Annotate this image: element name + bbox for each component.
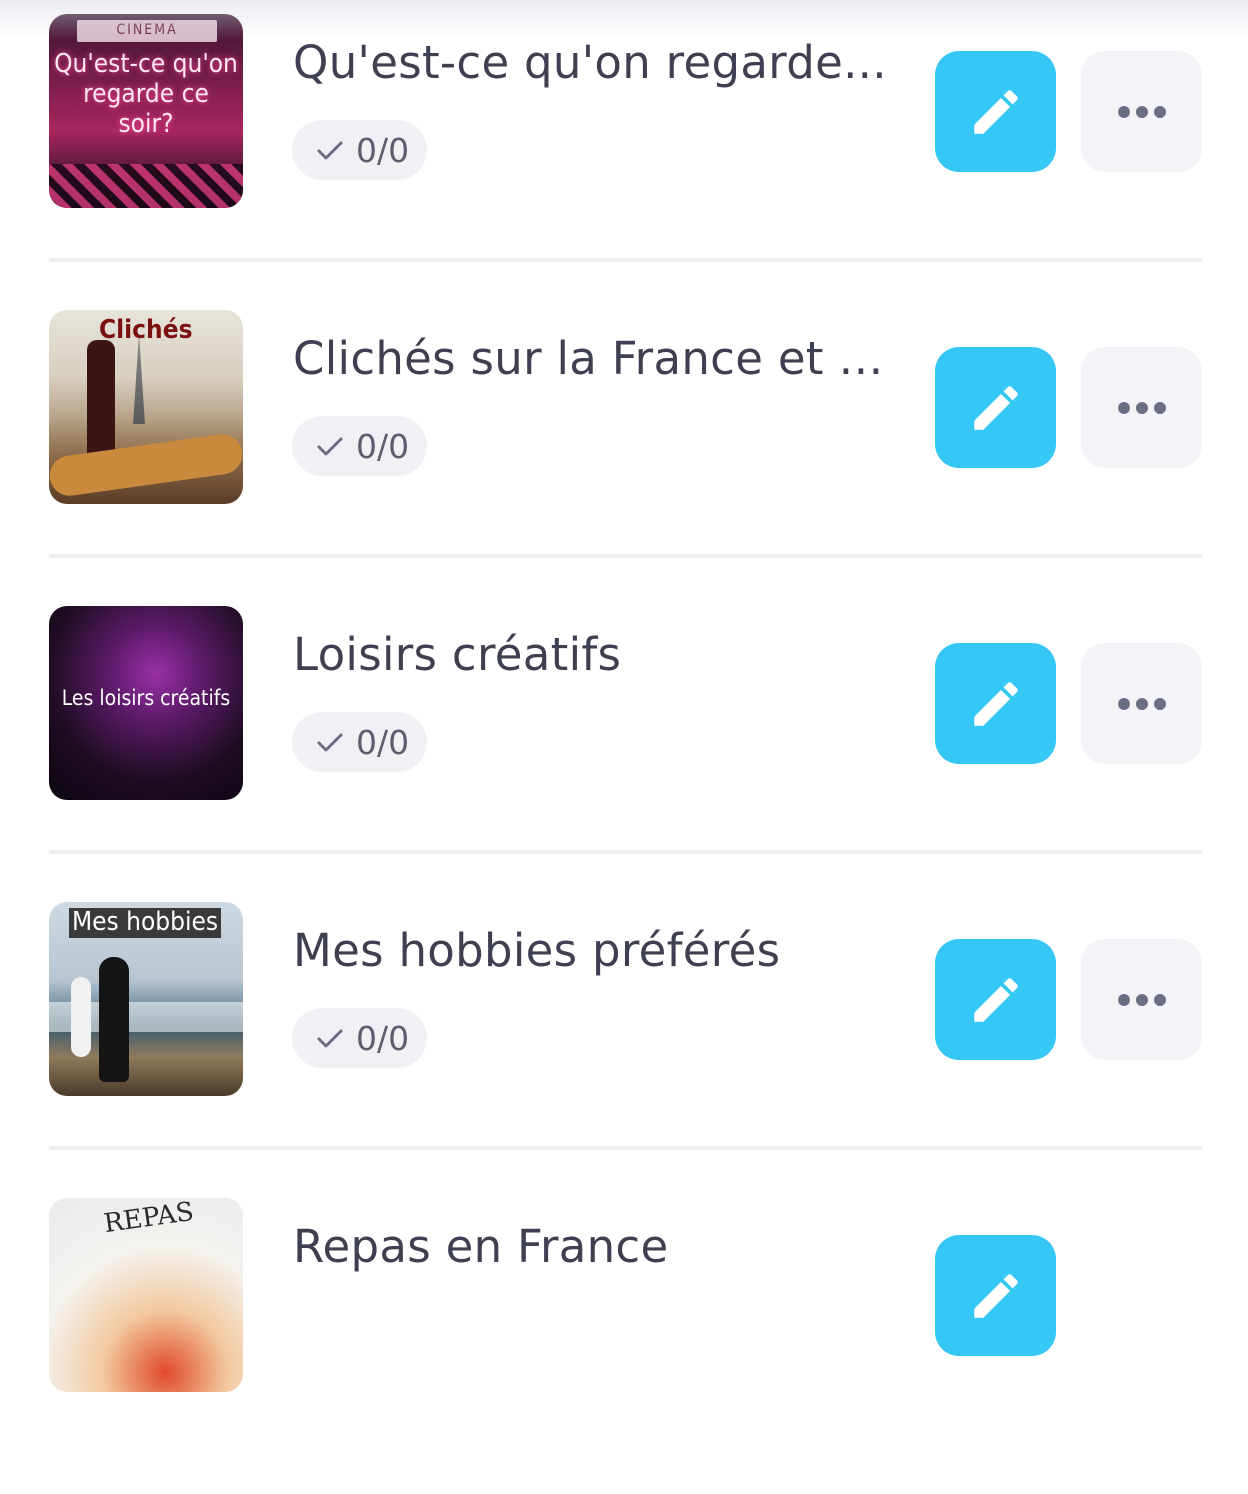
progress-count: 0/0 (356, 130, 410, 170)
item-thumbnail[interactable]: REPAS (49, 1198, 243, 1392)
list-item[interactable]: REPAS Repas en France (49, 1198, 1202, 1494)
list-item[interactable]: Mes hobbies Mes hobbies préférés 0/0 (49, 902, 1202, 1198)
item-thumbnail[interactable]: CINEMA Qu'est-ce qu'on regarde ce soir? (49, 14, 243, 208)
check-icon (317, 1029, 343, 1048)
more-dots-icon (1117, 993, 1166, 1006)
item-thumbnail[interactable]: Mes hobbies (49, 902, 243, 1096)
thumb-caption: Clichés (99, 315, 193, 345)
thumb-caption: Qu'est-ce qu'on regarde ce soir? (54, 49, 238, 139)
item-thumbnail[interactable]: Les loisirs créatifs (49, 606, 243, 800)
thumb-caption: Les loisirs créatifs (61, 686, 231, 710)
item-title[interactable]: Qu'est-ce qu'on regarde... (293, 36, 893, 89)
progress-count: 0/0 (356, 722, 410, 762)
divider (49, 1146, 1202, 1150)
check-icon (317, 733, 343, 752)
list-item[interactable]: Clichés Clichés sur la France et l... 0/… (49, 310, 1202, 606)
edit-button[interactable] (935, 51, 1056, 172)
thumb-sign: CINEMA (116, 22, 178, 38)
item-title[interactable]: Mes hobbies préférés (293, 924, 893, 977)
progress-badge: 0/0 (292, 416, 428, 476)
edit-button[interactable] (935, 939, 1056, 1060)
more-options-button[interactable] (1081, 939, 1202, 1060)
divider (49, 554, 1202, 558)
pencil-icon (973, 681, 1018, 726)
pencil-icon (973, 385, 1018, 430)
more-dots-icon (1117, 401, 1166, 414)
more-options-button[interactable] (1081, 347, 1202, 468)
item-title[interactable]: Repas en France (293, 1220, 893, 1273)
progress-badge: 0/0 (292, 120, 428, 180)
divider (49, 850, 1202, 854)
divider (49, 258, 1202, 262)
item-title[interactable]: Loisirs créatifs (293, 628, 893, 681)
check-icon (317, 437, 343, 456)
progress-badge: 0/0 (292, 1008, 428, 1068)
more-dots-icon (1117, 105, 1166, 118)
edit-button[interactable] (935, 347, 1056, 468)
edit-button[interactable] (935, 1235, 1056, 1356)
progress-badge: 0/0 (292, 712, 428, 772)
more-dots-icon (1117, 697, 1166, 710)
edit-button[interactable] (935, 643, 1056, 764)
pencil-icon (973, 1273, 1018, 1318)
progress-count: 0/0 (356, 1018, 410, 1058)
thumb-caption: Mes hobbies (69, 907, 221, 938)
pencil-icon (973, 977, 1018, 1022)
item-thumbnail[interactable]: Clichés (49, 310, 243, 504)
list-item[interactable]: CINEMA Qu'est-ce qu'on regarde ce soir? … (49, 14, 1202, 310)
item-title[interactable]: Clichés sur la France et l... (293, 332, 893, 385)
check-icon (317, 141, 343, 160)
more-options-button[interactable] (1081, 643, 1202, 764)
thumb-caption: REPAS (102, 1198, 196, 1240)
pencil-icon (973, 89, 1018, 134)
list-item[interactable]: Les loisirs créatifs Loisirs créatifs 0/… (49, 606, 1202, 902)
progress-count: 0/0 (356, 426, 410, 466)
more-options-button[interactable] (1081, 51, 1202, 172)
